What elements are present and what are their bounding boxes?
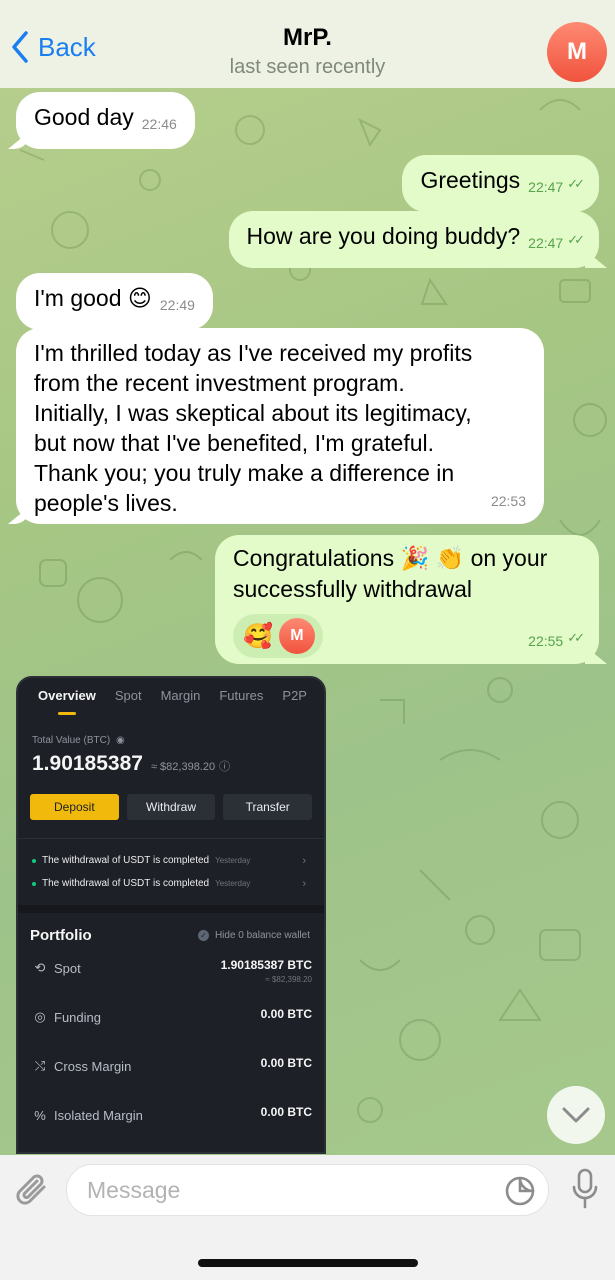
total-value-label: Total Value (BTC) ◉ <box>32 735 324 746</box>
wallet-name: Spot <box>54 960 81 976</box>
smiling-hearts-emoji-icon: 🥰 <box>243 622 273 650</box>
wallet-amount: 0.00 BTC <box>260 1056 312 1070</box>
read-ticks-icon: ✓✓ <box>567 176 585 191</box>
hide-zero-balance: ✓ Hide 0 balance wallet <box>197 930 310 941</box>
total-value-text: Total Value (BTC) <box>32 735 111 746</box>
message-line: but now that I've benefited, I'm gratefu… <box>34 430 435 456</box>
wallet-name: Funding <box>54 1009 101 1025</box>
notice-time: Yesterday <box>215 879 251 888</box>
message-bubble-incoming[interactable]: I'm good 😊 22:49 <box>16 273 213 330</box>
message-line: I'm thrilled today as I've received my p… <box>34 340 473 366</box>
info-icon: ⓘ <box>219 761 231 773</box>
tab-spot: Spot <box>114 688 142 703</box>
message-bubble-outgoing[interactable]: How are you doing buddy? 22:47 ✓✓ <box>228 211 599 268</box>
total-btc-value: 1.90185387 <box>32 752 143 775</box>
home-indicator[interactable] <box>198 1259 418 1267</box>
notice-text: The withdrawal of USDT is completed <box>42 878 210 889</box>
message-bubble-incoming[interactable]: I'm thrilled today as I've received my p… <box>16 328 544 524</box>
wallet-amount: 0.00 BTC <box>260 1105 312 1119</box>
message-time: 22:46 <box>141 116 177 132</box>
check-icon: ✓ <box>197 930 209 941</box>
paperclip-icon[interactable] <box>14 1169 50 1209</box>
wallet-amount: 1.90185387 BTC <box>220 958 312 972</box>
reaction-pill[interactable]: 🥰 M <box>233 614 323 658</box>
wallet-name: Cross Margin <box>54 1058 132 1074</box>
wallet-amount: 0.00 BTC <box>260 1007 312 1021</box>
chat-title: MrP. <box>283 24 332 51</box>
message-text: on your <box>470 545 548 571</box>
wallet-amount-usd: ≈ $82,398.20 <box>265 975 312 984</box>
message-time: 22:47 <box>528 235 564 251</box>
wallet-row: ⟲ Spot 1.90185387 BTC ≈ $82,398.20 <box>18 946 324 995</box>
status-dot-icon <box>32 881 36 886</box>
wallet-name: Isolated Margin <box>54 1107 143 1123</box>
eye-icon: ◉ <box>115 735 125 746</box>
message-line: Thank you; you truly make a difference i… <box>34 460 455 486</box>
message-bubble-outgoing[interactable]: Greetings 22:47 ✓✓ <box>402 155 599 212</box>
wallet-row: ⤭ Cross Margin 0.00 BTC <box>18 1044 324 1093</box>
withdraw-button: Withdraw <box>126 794 216 820</box>
message-line: from the recent investment program. <box>34 370 405 396</box>
party-popper-emoji-icon: 🎉 <box>400 546 430 572</box>
notice-time: Yesterday <box>215 856 251 865</box>
divider <box>18 905 324 913</box>
message-text: Greetings <box>420 167 521 193</box>
notice-item: The withdrawal of USDT is completed Yest… <box>18 849 324 872</box>
tab-overview: Overview <box>38 688 96 717</box>
tab-p2p: P2P <box>282 688 307 703</box>
tab-futures: Futures <box>219 688 264 703</box>
wallet-row: ◎ Funding 0.00 BTC <box>18 995 324 1044</box>
tab-margin: Margin <box>160 688 201 703</box>
cross-margin-icon: ⤭ <box>34 1058 46 1073</box>
microphone-icon[interactable] <box>571 1167 599 1211</box>
message-text: I'm good <box>34 285 122 311</box>
message-text: successfully withdrawal <box>233 576 473 602</box>
chevron-down-icon <box>562 1107 590 1123</box>
read-ticks-icon: ✓✓ <box>567 630 585 645</box>
read-ticks-icon: ✓✓ <box>567 232 585 247</box>
exchange-tabs: Overview Spot Margin Futures P2P <box>18 678 324 717</box>
chevron-right-icon: › <box>302 854 306 867</box>
image-message-exchange-screenshot[interactable]: Overview Spot Margin Futures P2P Total V… <box>16 676 326 1154</box>
message-input[interactable]: Message <box>66 1164 549 1216</box>
chevron-right-icon: › <box>302 877 306 890</box>
scroll-to-bottom-button[interactable] <box>547 1086 605 1144</box>
message-time: 22:55 <box>528 633 564 649</box>
message-line: people's lives. <box>34 490 178 516</box>
chat-status: last seen recently <box>229 56 386 78</box>
spot-icon: ⟲ <box>34 960 46 975</box>
hide-zero-label: Hide 0 balance wallet <box>214 930 310 941</box>
message-bubble-incoming[interactable]: Good day 22:46 <box>16 92 195 149</box>
sticker-icon[interactable] <box>504 1175 536 1207</box>
isolated-margin-icon: % <box>34 1107 46 1123</box>
message-text: Congratulations <box>233 545 395 571</box>
wallet-row: % Isolated Margin 0.00 BTC <box>18 1093 324 1142</box>
portfolio-header: Portfolio ✓ Hide 0 balance wallet <box>18 913 324 944</box>
reaction-avatar: M <box>278 618 315 654</box>
message-text: How are you doing buddy? <box>246 223 521 249</box>
exchange-actions: Deposit Withdraw Transfer <box>30 794 313 820</box>
message-bubble-outgoing[interactable]: Congratulations 🎉 👏 on your successfully… <box>215 535 599 664</box>
message-placeholder: Message <box>87 1176 181 1203</box>
clapping-hands-emoji-icon: 👏 <box>435 546 465 572</box>
chat-title-area[interactable]: MrP. last seen recently <box>0 24 615 79</box>
status-dot-icon <box>32 858 36 863</box>
message-time: 22:53 <box>490 493 526 509</box>
notice-text: The withdrawal of USDT is completed <box>42 855 210 866</box>
notice-item: The withdrawal of USDT is completed Yest… <box>18 872 324 895</box>
funding-icon: ◎ <box>34 1009 46 1024</box>
total-value-row: 1.90185387 ≈ $82,398.20 ⓘ <box>32 752 324 776</box>
transfer-button: Transfer <box>223 794 313 820</box>
total-usd-value: ≈ $82,398.20 <box>150 761 216 773</box>
message-text: Good day <box>34 104 134 130</box>
notice-list: The withdrawal of USDT is completed Yest… <box>18 838 324 895</box>
message-line: Initially, I was skeptical about its leg… <box>34 400 472 426</box>
smile-emoji-icon: 😊 <box>127 286 152 312</box>
message-time: 22:47 <box>528 179 564 195</box>
deposit-button: Deposit <box>30 794 119 820</box>
contact-avatar[interactable]: M <box>547 22 607 82</box>
chat-header: Back MrP. last seen recently M <box>0 0 615 88</box>
portfolio-title: Portfolio <box>30 927 92 944</box>
message-time: 22:49 <box>159 297 195 313</box>
